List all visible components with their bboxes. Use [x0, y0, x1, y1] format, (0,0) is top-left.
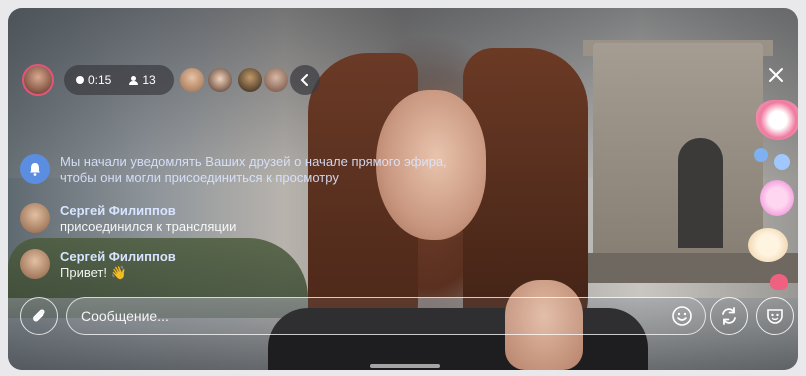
message-input[interactable] — [66, 297, 706, 335]
viewers-count: 13 — [142, 73, 156, 87]
record-icon — [76, 76, 84, 84]
live-stream-view: 0:15 13 Мы начали уведомлять Ваших друзе… — [8, 8, 798, 370]
system-message: Мы начали уведомлять Ваших друзей о нача… — [20, 154, 470, 186]
user-avatar[interactable] — [20, 203, 50, 233]
close-icon — [769, 68, 783, 82]
message-text: присоединился к трансляции — [60, 219, 237, 234]
heart-sticker — [756, 100, 798, 140]
viewer-avatar[interactable] — [264, 68, 288, 92]
duration-stat: 0:15 — [76, 73, 111, 87]
reaction-bubble — [774, 154, 790, 170]
emoji-button[interactable] — [671, 305, 693, 327]
mask-button[interactable] — [756, 297, 794, 335]
chat-message: Сергей Филиппов присоединился к трансляц… — [20, 203, 236, 235]
stream-duration: 0:15 — [88, 73, 112, 87]
heart-icon — [770, 274, 788, 290]
system-message-text: Мы начали уведомлять Ваших друзей о нача… — [60, 154, 447, 185]
system-avatar — [20, 154, 50, 184]
switch-camera-button[interactable] — [710, 297, 748, 335]
mask-icon — [767, 309, 783, 324]
message-author[interactable]: Сергей Филиппов — [60, 249, 176, 265]
close-button[interactable] — [765, 66, 787, 88]
viewer-avatar[interactable] — [180, 68, 204, 92]
cat-sticker — [748, 228, 788, 262]
stream-overlay: 0:15 13 Мы начали уведомлять Ваших друзе… — [8, 8, 798, 370]
message-text: Привет! 👋 — [60, 265, 127, 280]
viewer-avatar[interactable] — [208, 68, 232, 92]
reaction-bubble — [754, 148, 768, 162]
host-avatar[interactable] — [22, 64, 54, 96]
bell-icon — [30, 163, 40, 176]
message-author[interactable]: Сергей Филиппов — [60, 203, 236, 219]
chat-message: Сергей Филиппов Привет! 👋 — [20, 249, 176, 281]
viewers-icon — [129, 75, 139, 85]
unicorn-sticker — [760, 180, 794, 216]
user-avatar[interactable] — [20, 249, 50, 279]
scroll-indicator — [370, 364, 440, 368]
smile-icon — [672, 306, 692, 326]
paperclip-icon — [33, 309, 45, 322]
viewers-stat: 13 — [129, 73, 156, 87]
attach-button[interactable] — [20, 297, 58, 335]
refresh-icon — [722, 307, 736, 325]
stream-stats: 0:15 13 — [64, 65, 174, 95]
chevron-left-icon — [300, 74, 308, 86]
collapse-viewers-button[interactable] — [290, 65, 320, 95]
viewer-avatar[interactable] — [238, 68, 262, 92]
